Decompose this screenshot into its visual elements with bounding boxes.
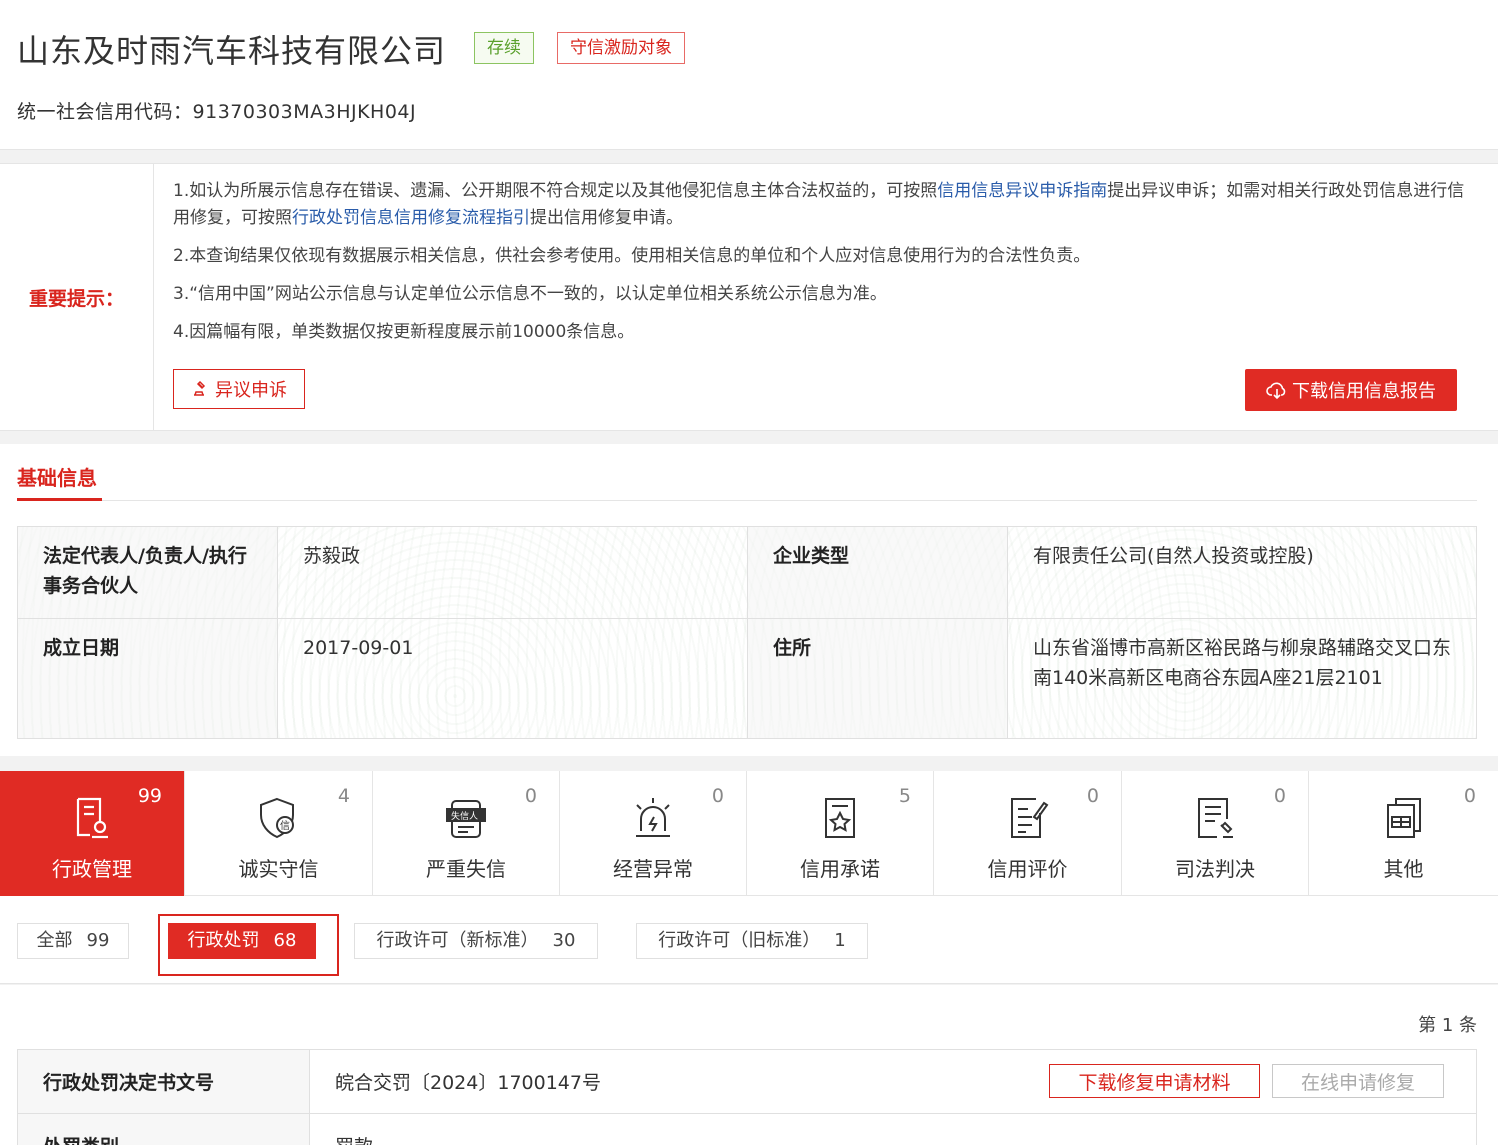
record-index: 第 1 条 bbox=[1418, 1015, 1477, 1036]
promise-doc-icon bbox=[816, 793, 864, 843]
founded-label: 成立日期 bbox=[17, 618, 278, 739]
objection-button[interactable]: 异议申诉 bbox=[173, 369, 305, 409]
category-count: 0 bbox=[1086, 785, 1099, 807]
subtab-license-new[interactable]: 行政许可（新标准） 30 bbox=[354, 923, 598, 959]
category-label: 经营异常 bbox=[613, 857, 693, 881]
notice-body: 1.如认为所展示信息存在错误、遗漏、公开期限不符合规定以及其他侵犯信息主体合法权… bbox=[173, 178, 1473, 357]
svg-text:失信人: 失信人 bbox=[451, 810, 478, 822]
category-label: 严重失信 bbox=[426, 857, 506, 881]
section-title: 基础信息 bbox=[17, 466, 97, 490]
other-doc-icon bbox=[1380, 793, 1428, 843]
category-label: 诚实守信 bbox=[238, 857, 319, 881]
section-divider bbox=[17, 500, 1477, 501]
basic-info-section: 基础信息 法定代表人/负责人/执行事务合伙人 苏毅政 企业类型 有限责任公司(自… bbox=[0, 444, 1498, 756]
founded-value: 2017-09-01 bbox=[277, 618, 748, 739]
notice-label: 重要提示： bbox=[0, 164, 154, 430]
subtab-label: 行政许可（旧标准） bbox=[658, 930, 821, 951]
subtab-count: 1 bbox=[834, 930, 846, 951]
shield-credit-icon: 信 bbox=[255, 793, 303, 843]
alarm-light-icon bbox=[629, 793, 677, 843]
penalty-type-value: 罚款 bbox=[309, 1113, 1477, 1145]
category-count: 0 bbox=[1273, 785, 1286, 807]
credit-code-label: 统一社会信用代码： bbox=[17, 101, 193, 123]
notice-text: 1.如认为所展示信息存在错误、遗漏、公开期限不符合规定以及其他侵犯信息主体合法权… bbox=[173, 181, 938, 201]
table-row: 处罚类别 罚款 bbox=[17, 1113, 1477, 1145]
section-title-underline bbox=[17, 498, 102, 501]
subtab-license-old[interactable]: 行政许可（旧标准） 1 bbox=[636, 923, 868, 959]
address-value: 山东省淄博市高新区裕民路与柳泉路辅路交叉口东南140米高新区电商谷东园A座21层… bbox=[1007, 618, 1477, 739]
category-label: 司法判决 bbox=[1175, 857, 1255, 881]
decision-number-value: 皖合交罚〔2024〕1700147号 bbox=[335, 1072, 601, 1094]
decision-number-cell: 皖合交罚〔2024〕1700147号 下载修复申请材料 在线申请修复 bbox=[309, 1049, 1477, 1114]
subtab-count: 99 bbox=[86, 930, 110, 951]
basic-info-table: 法定代表人/负责人/执行事务合伙人 苏毅政 企业类型 有限责任公司(自然人投资或… bbox=[17, 526, 1477, 739]
important-notice: 重要提示： 1.如认为所展示信息存在错误、遗漏、公开期限不符合规定以及其他侵犯信… bbox=[0, 163, 1498, 431]
notice-item-2: 2.本查询结果仅依现有数据展示相关信息，供社会参考使用。使用相关信息的单位和个人… bbox=[173, 246, 1091, 266]
download-report-label: 下载信用信息报告 bbox=[1292, 381, 1436, 402]
svg-text:信: 信 bbox=[280, 820, 290, 832]
judgment-doc-icon bbox=[1191, 793, 1239, 843]
category-label: 其他 bbox=[1383, 857, 1424, 881]
dishonest-person-icon: 失信人 bbox=[442, 793, 490, 843]
category-tab-abnormal[interactable]: 0 经营异常 bbox=[560, 771, 747, 896]
online-repair-button[interactable]: 在线申请修复 bbox=[1272, 1064, 1444, 1098]
decision-number-label: 行政处罚决定书文号 bbox=[17, 1049, 310, 1114]
evaluation-doc-icon bbox=[1004, 793, 1052, 843]
category-count: 0 bbox=[1463, 785, 1476, 807]
objection-button-label: 异议申诉 bbox=[215, 380, 287, 401]
notice-text: 提出信用修复申请。 bbox=[530, 208, 683, 228]
legal-rep-value: 苏毅政 bbox=[277, 526, 748, 619]
category-tab-promise[interactable]: 5 信用承诺 bbox=[747, 771, 934, 896]
status-badge: 存续 bbox=[474, 32, 534, 64]
subtab-count: 30 bbox=[552, 930, 576, 951]
gavel-icon bbox=[193, 380, 206, 396]
company-type-label: 企业类型 bbox=[747, 526, 1008, 619]
subtab-label: 行政处罚 bbox=[187, 930, 260, 951]
category-count: 99 bbox=[137, 785, 162, 807]
category-count: 0 bbox=[711, 785, 724, 807]
notice-item-3: 3.“信用中国”网站公示信息与认定单位公示信息不一致的，以认定单位相关系统公示信… bbox=[173, 284, 887, 304]
category-tabs: 99 行政管理 4 信 诚实守信 0 失信人 严重失信 0 经营异常 5 信用承… bbox=[0, 771, 1498, 896]
category-label: 信用评价 bbox=[987, 857, 1068, 881]
cloud-download-icon bbox=[1266, 382, 1286, 400]
subtab-label: 全部 bbox=[36, 930, 73, 951]
category-count: 4 bbox=[337, 785, 350, 807]
subtab-all[interactable]: 全部 99 bbox=[17, 923, 129, 959]
subtab-admin-penalty[interactable]: 行政处罚 68 bbox=[168, 923, 316, 959]
category-tab-honest[interactable]: 4 信 诚实守信 bbox=[185, 771, 373, 896]
legal-rep-label: 法定代表人/负责人/执行事务合伙人 bbox=[17, 526, 278, 619]
notice-item-4: 4.因篇幅有限，单类数据仅按更新程度展示前10000条信息。 bbox=[173, 322, 635, 342]
admin-doc-icon bbox=[68, 793, 116, 843]
subtab-count: 68 bbox=[273, 930, 297, 951]
objection-guide-link[interactable]: 信用信息异议申诉指南 bbox=[937, 181, 1107, 201]
company-type-value: 有限责任公司(自然人投资或控股) bbox=[1007, 526, 1477, 619]
record-type-tabs: 全部 99 行政处罚 68 行政许可（新标准） 30 行政许可（旧标准） 1 bbox=[0, 896, 1498, 984]
company-name: 山东及时雨汽车科技有限公司 bbox=[17, 32, 447, 70]
category-tab-evaluation[interactable]: 0 信用评价 bbox=[934, 771, 1122, 896]
table-row: 行政处罚决定书文号 皖合交罚〔2024〕1700147号 下载修复申请材料 在线… bbox=[17, 1049, 1477, 1114]
category-label: 行政管理 bbox=[52, 857, 132, 881]
records-section: 第 1 条 行政处罚决定书文号 皖合交罚〔2024〕1700147号 下载修复申… bbox=[0, 985, 1498, 1145]
download-repair-button[interactable]: 下载修复申请材料 bbox=[1049, 1064, 1260, 1098]
subtab-label: 行政许可（新标准） bbox=[376, 930, 539, 951]
category-label: 信用承诺 bbox=[800, 857, 880, 881]
record-table: 行政处罚决定书文号 皖合交罚〔2024〕1700147号 下载修复申请材料 在线… bbox=[17, 1049, 1477, 1145]
category-count: 0 bbox=[524, 785, 537, 807]
penalty-type-label: 处罚类别 bbox=[17, 1113, 310, 1145]
category-tab-admin[interactable]: 99 行政管理 bbox=[0, 771, 185, 896]
credit-code-value: 91370303MA3HJKH04J bbox=[192, 101, 417, 123]
company-header: 山东及时雨汽车科技有限公司 存续 守信激励对象 统一社会信用代码：9137030… bbox=[0, 0, 1498, 150]
category-tab-other[interactable]: 0 其他 bbox=[1309, 771, 1498, 896]
repair-guide-link[interactable]: 行政处罚信息信用修复流程指引 bbox=[292, 208, 530, 228]
download-report-button[interactable]: 下载信用信息报告 bbox=[1245, 369, 1457, 411]
category-count: 5 bbox=[898, 785, 911, 807]
category-tab-dishonest[interactable]: 0 失信人 严重失信 bbox=[373, 771, 560, 896]
credit-code-line: 统一社会信用代码：91370303MA3HJKH04J bbox=[17, 97, 416, 124]
category-tab-judgment[interactable]: 0 司法判决 bbox=[1122, 771, 1309, 896]
address-label: 住所 bbox=[747, 618, 1008, 739]
honor-badge: 守信激励对象 bbox=[557, 32, 685, 64]
notice-item-1: 1.如认为所展示信息存在错误、遗漏、公开期限不符合规定以及其他侵犯信息主体合法权… bbox=[173, 178, 1473, 232]
